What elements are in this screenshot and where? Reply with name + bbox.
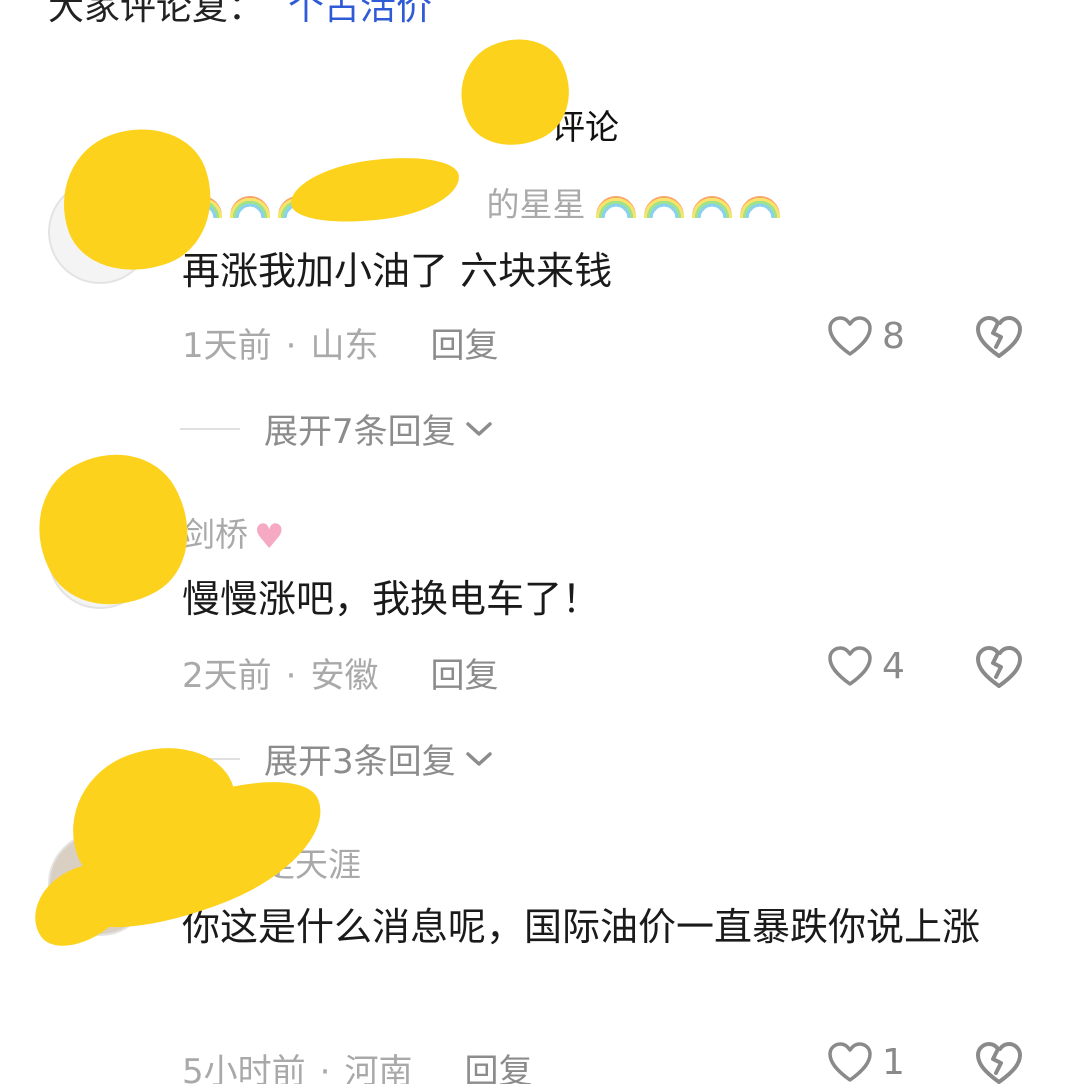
rainbow-icon [644, 195, 684, 218]
reply-button[interactable]: 回复 [464, 1052, 532, 1084]
comment-page: 大家评论复： 个占活价 评论 的星星 再涨我加小油了 六块来钱 1天前 · 山东 回复 … [0, 0, 1080, 1084]
comment-time: 2天前 [182, 656, 272, 696]
comment-meta: 2天前 · 安徽 回复 [182, 656, 499, 696]
rainbow-icon [740, 195, 780, 218]
comment-meta: 1天前 · 山东 回复 [182, 326, 499, 366]
like-count: 1 [882, 1041, 905, 1083]
like-count: 8 [882, 315, 905, 357]
broken-heart-icon [976, 316, 1022, 358]
rainbow-icon [230, 195, 270, 218]
comment-location: 山东 [310, 326, 379, 366]
like-button[interactable]: 8 [826, 314, 905, 358]
divider-line [180, 427, 240, 430]
comment-time: 1天前 [182, 326, 272, 366]
chevron-down-icon [465, 421, 492, 436]
comment-location: 安徽 [310, 656, 379, 696]
expand-replies-button[interactable]: 展开7条回复 [180, 404, 494, 453]
dislike-button[interactable] [974, 1040, 1024, 1084]
reply-button[interactable]: 回复 [430, 656, 498, 696]
like-count: 4 [882, 645, 905, 687]
broken-heart-icon [976, 646, 1022, 688]
comment-text: 再涨我加小油了 六块来钱 [182, 249, 613, 293]
heart-outline-icon [828, 316, 872, 356]
comment-text: 你这是什么消息呢，国际油价一直暴跌你说上涨 [182, 905, 981, 949]
rainbow-icon [692, 195, 732, 218]
reply-button[interactable]: 回复 [430, 326, 498, 366]
rainbow-icon [596, 195, 636, 218]
dislike-button[interactable] [974, 644, 1024, 694]
comment-text: 慢慢涨吧，我换电车了！ [182, 577, 601, 621]
dislike-button[interactable] [974, 314, 1024, 364]
chevron-down-icon [465, 751, 492, 766]
heart-outline-icon [828, 646, 872, 686]
pink-heart-icon: ♥ [254, 516, 285, 557]
like-button[interactable]: 4 [826, 644, 905, 688]
comment-meta: 5小时前 · 河南 回复 [182, 1044, 532, 1084]
comment-username[interactable]: 的星星 [182, 178, 788, 226]
header-fragment: 大家评论复： 个占活价 [48, 0, 432, 30]
like-button[interactable]: 1 [826, 1040, 905, 1084]
header-text-fragment: 大家评论复： [48, 0, 265, 28]
header-link-fragment[interactable]: 个占活价 [288, 0, 432, 28]
comment-username[interactable]: 剑桥 ♥ [182, 508, 284, 557]
comment-location: 河南 [344, 1052, 413, 1084]
heart-outline-icon [828, 1042, 872, 1082]
comment-time: 5小时前 [182, 1052, 306, 1084]
broken-heart-icon [976, 1042, 1022, 1084]
